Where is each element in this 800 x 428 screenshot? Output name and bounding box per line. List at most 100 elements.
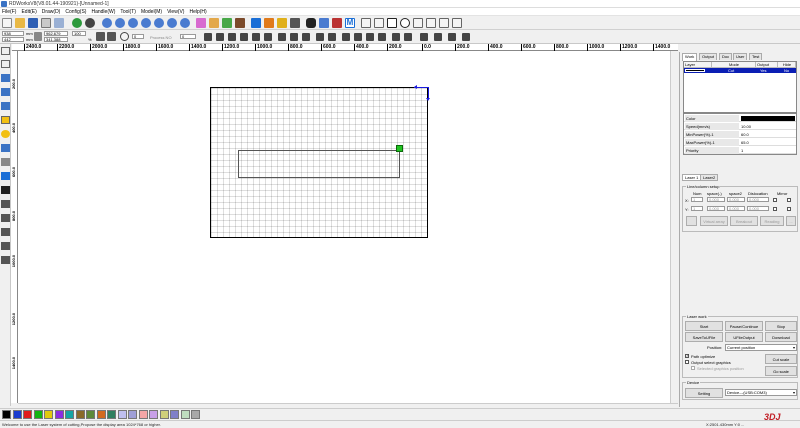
array-x-dislocation[interactable]: 0.000 bbox=[747, 197, 769, 202]
palette-swatch[interactable] bbox=[75, 410, 85, 419]
prop-value[interactable]: 65.0 bbox=[741, 139, 749, 146]
tab-laser2[interactable]: Laser2 bbox=[700, 174, 719, 181]
palette-swatch[interactable] bbox=[107, 410, 116, 419]
monitor-icon[interactable] bbox=[251, 18, 261, 28]
polyline-tool-icon[interactable] bbox=[1, 88, 10, 96]
array-x-mirror-check[interactable] bbox=[773, 198, 777, 202]
palette-swatch[interactable] bbox=[149, 410, 158, 419]
grid-icon[interactable] bbox=[413, 18, 423, 28]
camera-icon[interactable] bbox=[306, 18, 316, 28]
tab-laser1[interactable]: Laser 1 bbox=[682, 174, 702, 181]
same-height-icon[interactable] bbox=[290, 33, 298, 41]
zoom-page-icon[interactable] bbox=[141, 18, 151, 28]
position-select[interactable]: Current position ▾ bbox=[725, 344, 797, 351]
settings-icon[interactable] bbox=[452, 18, 462, 28]
size-y-input[interactable]: 341.388 bbox=[44, 37, 68, 42]
pos-x-input[interactable]: 938 bbox=[2, 31, 24, 36]
grid-tool-icon[interactable] bbox=[1, 172, 10, 180]
dot-tool-icon[interactable] bbox=[1, 158, 10, 166]
redo-icon[interactable] bbox=[85, 18, 95, 28]
palette-swatch[interactable] bbox=[23, 410, 32, 419]
process-no-input[interactable]: 0 bbox=[180, 34, 196, 39]
same-width-icon[interactable] bbox=[278, 33, 286, 41]
rectangle-icon[interactable] bbox=[387, 18, 397, 28]
menu-tool[interactable]: Tool(T) bbox=[120, 9, 136, 15]
rotate-tool-icon[interactable] bbox=[1, 228, 10, 236]
selection-handle[interactable] bbox=[396, 145, 403, 152]
rotate-icon[interactable] bbox=[120, 32, 129, 41]
palette-swatch[interactable] bbox=[128, 410, 137, 419]
palette-swatch[interactable] bbox=[180, 410, 190, 419]
save-icon[interactable] bbox=[28, 18, 38, 28]
virtual-array-button[interactable]: Virtual array bbox=[700, 216, 728, 226]
palette-swatch[interactable] bbox=[159, 410, 169, 419]
align-tool-1-icon[interactable] bbox=[420, 33, 428, 41]
delete-tool-icon[interactable] bbox=[1, 186, 10, 194]
zoom-in-icon[interactable] bbox=[102, 18, 112, 28]
array-x-num[interactable]: 1 bbox=[691, 197, 703, 202]
menu-edit[interactable]: Edit(E) bbox=[21, 9, 36, 15]
page-center2-icon[interactable] bbox=[404, 33, 412, 41]
tab-work[interactable]: Work bbox=[682, 53, 698, 61]
align-bottom-icon[interactable] bbox=[240, 33, 248, 41]
array-x-space[interactable]: 0.000 bbox=[707, 197, 725, 202]
breakout-button[interactable]: Breakout bbox=[730, 216, 758, 226]
pause-continue-button[interactable]: Pause/Continue bbox=[725, 321, 763, 331]
zoom-all-icon[interactable] bbox=[167, 18, 177, 28]
palette-swatch[interactable] bbox=[2, 410, 11, 419]
text-tool-icon[interactable] bbox=[1, 144, 10, 152]
save-to-ufile-button[interactable]: SaveToUFile bbox=[685, 332, 723, 342]
align-hcenter-icon[interactable] bbox=[252, 33, 260, 41]
ufile-output-button[interactable]: UFileOutput bbox=[725, 332, 763, 342]
smooth-icon[interactable] bbox=[222, 18, 232, 28]
zoom-fit-icon[interactable] bbox=[128, 18, 138, 28]
palette-swatch[interactable] bbox=[96, 410, 106, 419]
page-align-tr-icon[interactable] bbox=[354, 33, 362, 41]
palette-swatch[interactable] bbox=[191, 410, 200, 419]
download-button[interactable]: Download bbox=[765, 332, 797, 342]
align-right-icon[interactable] bbox=[216, 33, 224, 41]
curve-tool-icon[interactable] bbox=[1, 102, 10, 110]
array-y-mirror-check[interactable] bbox=[773, 207, 777, 211]
layer-row[interactable]: Cut Yes No bbox=[684, 68, 796, 73]
barcode-tool-icon[interactable] bbox=[1, 256, 10, 264]
palette-swatch[interactable] bbox=[12, 410, 22, 419]
print-icon[interactable] bbox=[426, 18, 436, 28]
device-select[interactable]: Device---(USB:COM3) ▾ bbox=[725, 389, 797, 396]
distribute-v-icon[interactable] bbox=[328, 33, 336, 41]
palette-swatch[interactable] bbox=[33, 410, 43, 419]
align-vcenter-icon[interactable] bbox=[264, 33, 272, 41]
zoom-select-icon[interactable] bbox=[154, 18, 164, 28]
palette-swatch[interactable] bbox=[170, 410, 179, 419]
lock-icon[interactable] bbox=[34, 32, 42, 41]
palette-swatch[interactable] bbox=[44, 410, 53, 419]
distribute-h-icon[interactable] bbox=[316, 33, 324, 41]
align-tool-3-icon[interactable] bbox=[448, 33, 456, 41]
page-align-bl-icon[interactable] bbox=[366, 33, 374, 41]
palette-swatch[interactable] bbox=[65, 410, 74, 419]
mirror-v-icon[interactable] bbox=[107, 32, 116, 41]
menu-handle[interactable]: Handle(W) bbox=[91, 9, 115, 15]
menu-model[interactable]: Model(M) bbox=[141, 9, 162, 15]
menu-draw[interactable]: Draw(D) bbox=[42, 9, 61, 15]
prop-color-swatch[interactable] bbox=[741, 116, 795, 121]
size-x-input[interactable]: 962.679 bbox=[44, 31, 68, 36]
array-grid-icon[interactable] bbox=[686, 216, 697, 226]
array-y-space2[interactable]: 0.000 bbox=[727, 206, 745, 211]
path-optimize-checkbox[interactable]: ✓ bbox=[685, 353, 689, 358]
same-size-icon[interactable] bbox=[302, 33, 310, 41]
cut-scale-button[interactable]: Cut scale bbox=[765, 354, 797, 364]
selected-position-checkbox[interactable] bbox=[691, 366, 695, 370]
page-align-tl-icon[interactable] bbox=[342, 33, 350, 41]
vertical-scrollbar[interactable] bbox=[670, 51, 678, 403]
pos-y-input[interactable]: 442 bbox=[2, 37, 24, 42]
start-button[interactable]: Start bbox=[685, 321, 723, 331]
menu-help[interactable]: Help(H) bbox=[189, 9, 206, 15]
align-tool-4-icon[interactable] bbox=[462, 33, 470, 41]
array-tool-icon[interactable] bbox=[1, 242, 10, 250]
more-button[interactable]: ... bbox=[786, 216, 796, 226]
output-select-checkbox[interactable] bbox=[685, 360, 689, 364]
menu-view[interactable]: View(V) bbox=[167, 9, 184, 15]
model-icon[interactable]: M bbox=[345, 18, 355, 28]
import-icon[interactable] bbox=[41, 18, 51, 28]
